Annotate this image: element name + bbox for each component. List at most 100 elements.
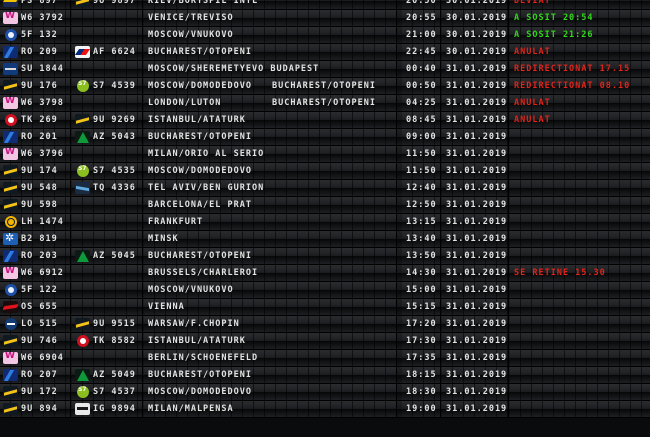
time-cell: 20:50 — [402, 0, 441, 9]
flight-code: W6 3798 — [21, 98, 64, 108]
flight-cell: PS 897 — [0, 0, 71, 9]
codeshare-cell: TK 8582 — [72, 333, 143, 349]
destination-text: BUCHAREST/OTOPENI — [148, 251, 252, 261]
lo-logo-icon — [5, 318, 17, 330]
codeshare-cell: 9U 9515 — [72, 316, 143, 332]
9u-logo-icon — [3, 80, 18, 92]
flight-row: RO 207 AZ 5049 BUCHAREST/OTOPENI 18:15 31.01… — [0, 367, 650, 384]
destination-cell: VENICE/TREVISO — [144, 10, 397, 26]
scheduled-time: 08:45 — [406, 115, 437, 125]
via-text: BUCHAREST/OTOPENI — [272, 81, 376, 91]
status-cell — [510, 333, 650, 349]
codeshare-cell: AF 6624 — [72, 44, 143, 60]
date-cell: 31.01.2019 — [442, 265, 509, 281]
status-text: REDIRECTIONAT 17.15 — [514, 64, 631, 74]
flight-cell: W6 3798 — [0, 95, 71, 111]
flight-code: PS 897 — [21, 0, 58, 6]
status-cell — [510, 367, 650, 383]
date-cell: 31.01.2019 — [442, 214, 509, 230]
codeshare-cell — [72, 265, 143, 281]
flight-cell: 9U 172 — [0, 384, 71, 400]
destination-text: MOSCOW/VNUKOVO — [148, 30, 234, 40]
destination-text: ISTANBUL/ATATURK — [148, 115, 246, 125]
9u-logo-icon — [3, 199, 18, 211]
flight-date: 31.01.2019 — [446, 98, 508, 108]
flight-cell: W6 3796 — [0, 146, 71, 162]
time-cell: 00:50 — [402, 78, 441, 94]
codeshare-code: AF 6624 — [93, 47, 136, 57]
status-cell — [510, 299, 650, 315]
flight-row: W6 6912 BRUSSELS/CHARLEROI 14:30 31.01.2019… — [0, 265, 650, 282]
destination-text: ISTANBUL/ATATURK — [148, 336, 246, 346]
scheduled-time: 18:30 — [406, 387, 437, 397]
flight-row: 9U 894 IG 9894 MILAN/MALPENSA 19:00 31.01.20… — [0, 401, 650, 418]
status-text: A SOSIT 20:54 — [514, 13, 594, 23]
scheduled-time: 18:15 — [406, 370, 437, 380]
flight-code: RO 207 — [21, 370, 58, 380]
date-cell: 31.01.2019 — [442, 129, 509, 145]
ig-logo-icon — [75, 403, 90, 415]
status-cell: A SOSIT 21:26 — [510, 27, 650, 43]
scheduled-time: 20:50 — [406, 0, 437, 6]
destination-cell: BRUSSELS/CHARLEROI — [144, 265, 397, 281]
destination-text: MOSCOW/VNUKOVO — [148, 285, 234, 295]
flight-cell: 9U 174 — [0, 163, 71, 179]
ro-logo-icon — [3, 131, 18, 143]
destination-text: BUCHAREST/OTOPENI — [148, 370, 252, 380]
lh-logo-icon — [5, 216, 17, 228]
ro-logo-icon — [3, 369, 18, 381]
flight-code: 5F 122 — [21, 285, 58, 295]
flight-date: 31.01.2019 — [446, 132, 508, 142]
flight-code: 9U 172 — [21, 387, 58, 397]
codeshare-cell: AZ 5043 — [72, 129, 143, 145]
scheduled-time: 12:50 — [406, 200, 437, 210]
time-cell: 21:00 — [402, 27, 441, 43]
destination-cell: MOSCOW/VNUKOVO — [144, 282, 397, 298]
destination-cell: MILAN/ORIO AL SERIO — [144, 146, 397, 162]
flight-code: W6 6912 — [21, 268, 64, 278]
destination-cell: BARCELONA/EL PRAT — [144, 197, 397, 213]
flight-row: 9U 174 S7 4535 MOSCOW/DOMODEDOVO 11:50 31.01… — [0, 163, 650, 180]
codeshare-cell — [72, 95, 143, 111]
flight-row: 9U 548 TQ 4336 TEL AVIV/BEN GURION 12:40 31.… — [0, 180, 650, 197]
time-cell: 14:30 — [402, 265, 441, 281]
status-cell — [510, 316, 650, 332]
flight-cell: W6 6904 — [0, 350, 71, 366]
flight-code: LH 1474 — [21, 217, 64, 227]
9u-logo-icon — [3, 386, 18, 398]
status-cell — [510, 180, 650, 196]
codeshare-code: 9U 9269 — [93, 115, 136, 125]
af-logo-icon — [75, 46, 90, 58]
destination-cell: FRANKFURT — [144, 214, 397, 230]
scheduled-time: 11:50 — [406, 149, 437, 159]
flight-date: 31.01.2019 — [446, 200, 508, 210]
flight-date: 31.01.2019 — [446, 251, 508, 261]
time-cell: 13:15 — [402, 214, 441, 230]
destination-cell: BUCHAREST/OTOPENI — [144, 44, 397, 60]
flight-row: B2 819 MINSK 13:40 31.01.2019 — [0, 231, 650, 248]
codeshare-code: S7 4535 — [93, 166, 136, 176]
scheduled-time: 04:25 — [406, 98, 437, 108]
destination-text: MILAN/MALPENSA — [148, 404, 234, 414]
destination-text: MOSCOW/DOMODEDOVO — [148, 387, 252, 397]
flight-row: 9U 172 S7 4537 MOSCOW/DOMODEDOVO 18:30 31.01… — [0, 384, 650, 401]
time-cell: 15:00 — [402, 282, 441, 298]
destination-text: LONDON/LUTON — [148, 98, 222, 108]
flight-row: LO 515 9U 9515 WARSAW/F.CHOPIN 17:20 31.01.2… — [0, 316, 650, 333]
destination-cell: MILAN/MALPENSA — [144, 401, 397, 417]
flight-row: W6 3798 LONDON/LUTON BUCHAREST/OTOPENI 04:2… — [0, 95, 650, 112]
destination-text: BARCELONA/EL PRAT — [148, 200, 252, 210]
5f-logo-icon — [5, 29, 17, 41]
codeshare-code: TQ 4336 — [93, 183, 136, 193]
flight-date: 31.01.2019 — [446, 353, 508, 363]
status-cell: ANULAT — [510, 44, 650, 60]
flight-cell: RO 201 — [0, 129, 71, 145]
flight-date: 30.01.2019 — [446, 30, 508, 40]
az-logo-icon — [75, 250, 90, 262]
flight-code: 9U 746 — [21, 336, 58, 346]
time-cell: 17:20 — [402, 316, 441, 332]
flight-row: W6 3796 MILAN/ORIO AL SERIO 11:50 31.01.201… — [0, 146, 650, 163]
scheduled-time: 22:45 — [406, 47, 437, 57]
codeshare-code: S7 4539 — [93, 81, 136, 91]
flight-row: 9U 176 S7 4539 MOSCOW/DOMODEDOVO BUCHAREST/… — [0, 78, 650, 95]
